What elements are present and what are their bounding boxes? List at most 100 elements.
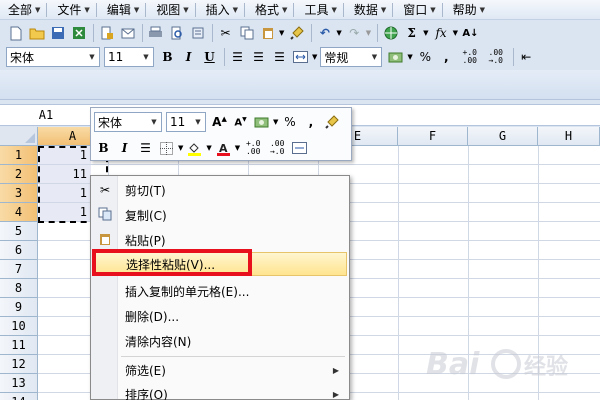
- context-item-filter[interactable]: 筛选(E) ▶: [93, 358, 347, 382]
- print-button[interactable]: [146, 24, 165, 43]
- context-item-insert-copied[interactable]: 插入复制的单元格(E)...: [93, 279, 347, 303]
- row-header-11[interactable]: 11: [0, 336, 38, 355]
- indent-icon: ⇤: [521, 50, 532, 64]
- row-header-13[interactable]: 13: [0, 374, 38, 393]
- row-header-5[interactable]: 5: [0, 222, 38, 241]
- column-header-g[interactable]: G: [468, 127, 538, 146]
- mini-center-button[interactable]: ☰: [136, 139, 155, 158]
- context-item-cut[interactable]: ✂ 剪切(T): [93, 178, 347, 202]
- align-right-button[interactable]: ☰: [270, 48, 289, 67]
- format-painter-button[interactable]: [287, 24, 306, 43]
- row-header-3[interactable]: 3: [0, 184, 38, 203]
- row-header-2[interactable]: 2: [0, 165, 38, 184]
- menu-view[interactable]: 视图 ▼: [148, 0, 192, 20]
- mini-font-name-combo[interactable]: 宋体 ▼: [94, 112, 162, 132]
- undo-icon: ↶: [319, 26, 330, 40]
- menu-help[interactable]: 帮助 ▼: [445, 0, 489, 20]
- menu-window[interactable]: 窗口 ▼: [395, 0, 439, 20]
- menu-edit[interactable]: 编辑 ▼: [99, 0, 143, 20]
- mini-decrease-decimal-button[interactable]: .00 →.0: [266, 139, 288, 158]
- font-color-icon: A: [216, 142, 230, 156]
- underline-button[interactable]: U: [200, 48, 219, 67]
- mini-borders-button[interactable]: [157, 139, 176, 158]
- row-header-10[interactable]: 10: [0, 317, 38, 336]
- row-header-1[interactable]: 1: [0, 146, 38, 165]
- autosum-button[interactable]: Σ: [402, 24, 421, 43]
- menu-format[interactable]: 格式 ▼: [247, 0, 291, 20]
- mini-bold-button[interactable]: B: [94, 139, 113, 158]
- context-item-clear-contents[interactable]: 清除内容(N): [93, 329, 347, 353]
- cut-button[interactable]: ✂: [216, 24, 235, 43]
- print-preview-button[interactable]: [167, 24, 186, 43]
- font-name-combo[interactable]: 宋体 ▼: [6, 47, 100, 67]
- merge-center-button[interactable]: [291, 48, 310, 67]
- open-button[interactable]: [27, 24, 46, 43]
- comma-button[interactable]: ,: [437, 48, 456, 67]
- mini-font-size-combo[interactable]: 11 ▼: [166, 112, 206, 132]
- number-format-combo[interactable]: 常规 ▼: [320, 47, 383, 67]
- cell-a1[interactable]: 1: [39, 146, 91, 164]
- insert-function-button[interactable]: fx: [432, 24, 451, 43]
- decrease-decimal-button[interactable]: .00 →.0: [484, 48, 508, 67]
- email-button[interactable]: [118, 24, 137, 43]
- align-center-icon: ☰: [140, 141, 151, 155]
- align-center-button[interactable]: ☰: [249, 48, 268, 67]
- copy-button[interactable]: [237, 24, 256, 43]
- cell-a4[interactable]: 1: [39, 203, 91, 221]
- context-item-paste[interactable]: 粘贴(P): [93, 228, 347, 252]
- bold-button[interactable]: B: [158, 48, 177, 67]
- row-header-14[interactable]: 14: [0, 393, 38, 400]
- context-item-copy[interactable]: 复制(C): [93, 203, 347, 227]
- mini-fill-color-button[interactable]: [185, 139, 204, 158]
- mini-percent-button[interactable]: %: [280, 113, 299, 132]
- select-all-corner[interactable]: [0, 127, 38, 146]
- context-item-delete[interactable]: 删除(D)...: [93, 304, 347, 328]
- menu-insert[interactable]: 插入 ▼: [198, 0, 242, 20]
- menu-data[interactable]: 数据 ▼: [346, 0, 390, 20]
- row-header-9[interactable]: 9: [0, 298, 38, 317]
- row-header-6[interactable]: 6: [0, 241, 38, 260]
- sort-ascending-button[interactable]: A↓: [461, 24, 480, 43]
- export-button[interactable]: [69, 24, 88, 43]
- mini-merge-button[interactable]: [290, 139, 309, 158]
- increase-decimal-button[interactable]: +.0 .00: [458, 48, 482, 67]
- italic-icon: I: [185, 50, 192, 64]
- mini-font-color-button[interactable]: A: [214, 139, 233, 158]
- new-button[interactable]: [6, 24, 25, 43]
- context-item-sort[interactable]: 排序(O) ▶: [93, 382, 347, 400]
- align-left-button[interactable]: ☰: [228, 48, 247, 67]
- column-header-f[interactable]: F: [398, 127, 468, 146]
- percent-button[interactable]: %: [416, 48, 435, 67]
- font-size-combo[interactable]: 11 ▼: [104, 47, 154, 67]
- mini-grow-font-button[interactable]: A▲: [210, 113, 229, 132]
- cell-a2[interactable]: 11: [39, 165, 91, 183]
- undo-button[interactable]: ↶: [315, 24, 334, 43]
- research-button[interactable]: [188, 24, 207, 43]
- permission-button[interactable]: [97, 24, 116, 43]
- cell-a3[interactable]: 1: [39, 184, 91, 202]
- paste-button[interactable]: [258, 24, 277, 43]
- mini-increase-decimal-button[interactable]: +.0 .00: [242, 139, 264, 158]
- italic-button[interactable]: I: [179, 48, 198, 67]
- menu-all[interactable]: 全部 ▼: [0, 0, 44, 20]
- save-button[interactable]: [48, 24, 67, 43]
- currency-button[interactable]: [386, 48, 405, 67]
- mini-italic-button[interactable]: I: [115, 139, 134, 158]
- name-box[interactable]: A1: [0, 105, 92, 125]
- mini-format-painter-button[interactable]: [322, 113, 341, 132]
- menu-tools[interactable]: 工具 ▼: [296, 0, 340, 20]
- column-header-h[interactable]: H: [538, 127, 600, 146]
- hyperlink-button[interactable]: [381, 24, 400, 43]
- mini-currency-button[interactable]: [252, 113, 271, 132]
- row-header-7[interactable]: 7: [0, 260, 38, 279]
- shrink-font-icon: A▼: [234, 115, 247, 129]
- context-item-paste-special[interactable]: 选择性粘贴(V)...: [93, 252, 347, 276]
- menu-file[interactable]: 文件 ▼: [49, 0, 93, 20]
- redo-button[interactable]: ↷: [345, 24, 364, 43]
- row-header-12[interactable]: 12: [0, 355, 38, 374]
- row-header-8[interactable]: 8: [0, 279, 38, 298]
- mini-shrink-font-button[interactable]: A▼: [231, 113, 250, 132]
- row-header-4[interactable]: 4: [0, 203, 38, 222]
- mini-comma-button[interactable]: ,: [301, 113, 320, 132]
- decrease-indent-button[interactable]: ⇤: [517, 48, 536, 67]
